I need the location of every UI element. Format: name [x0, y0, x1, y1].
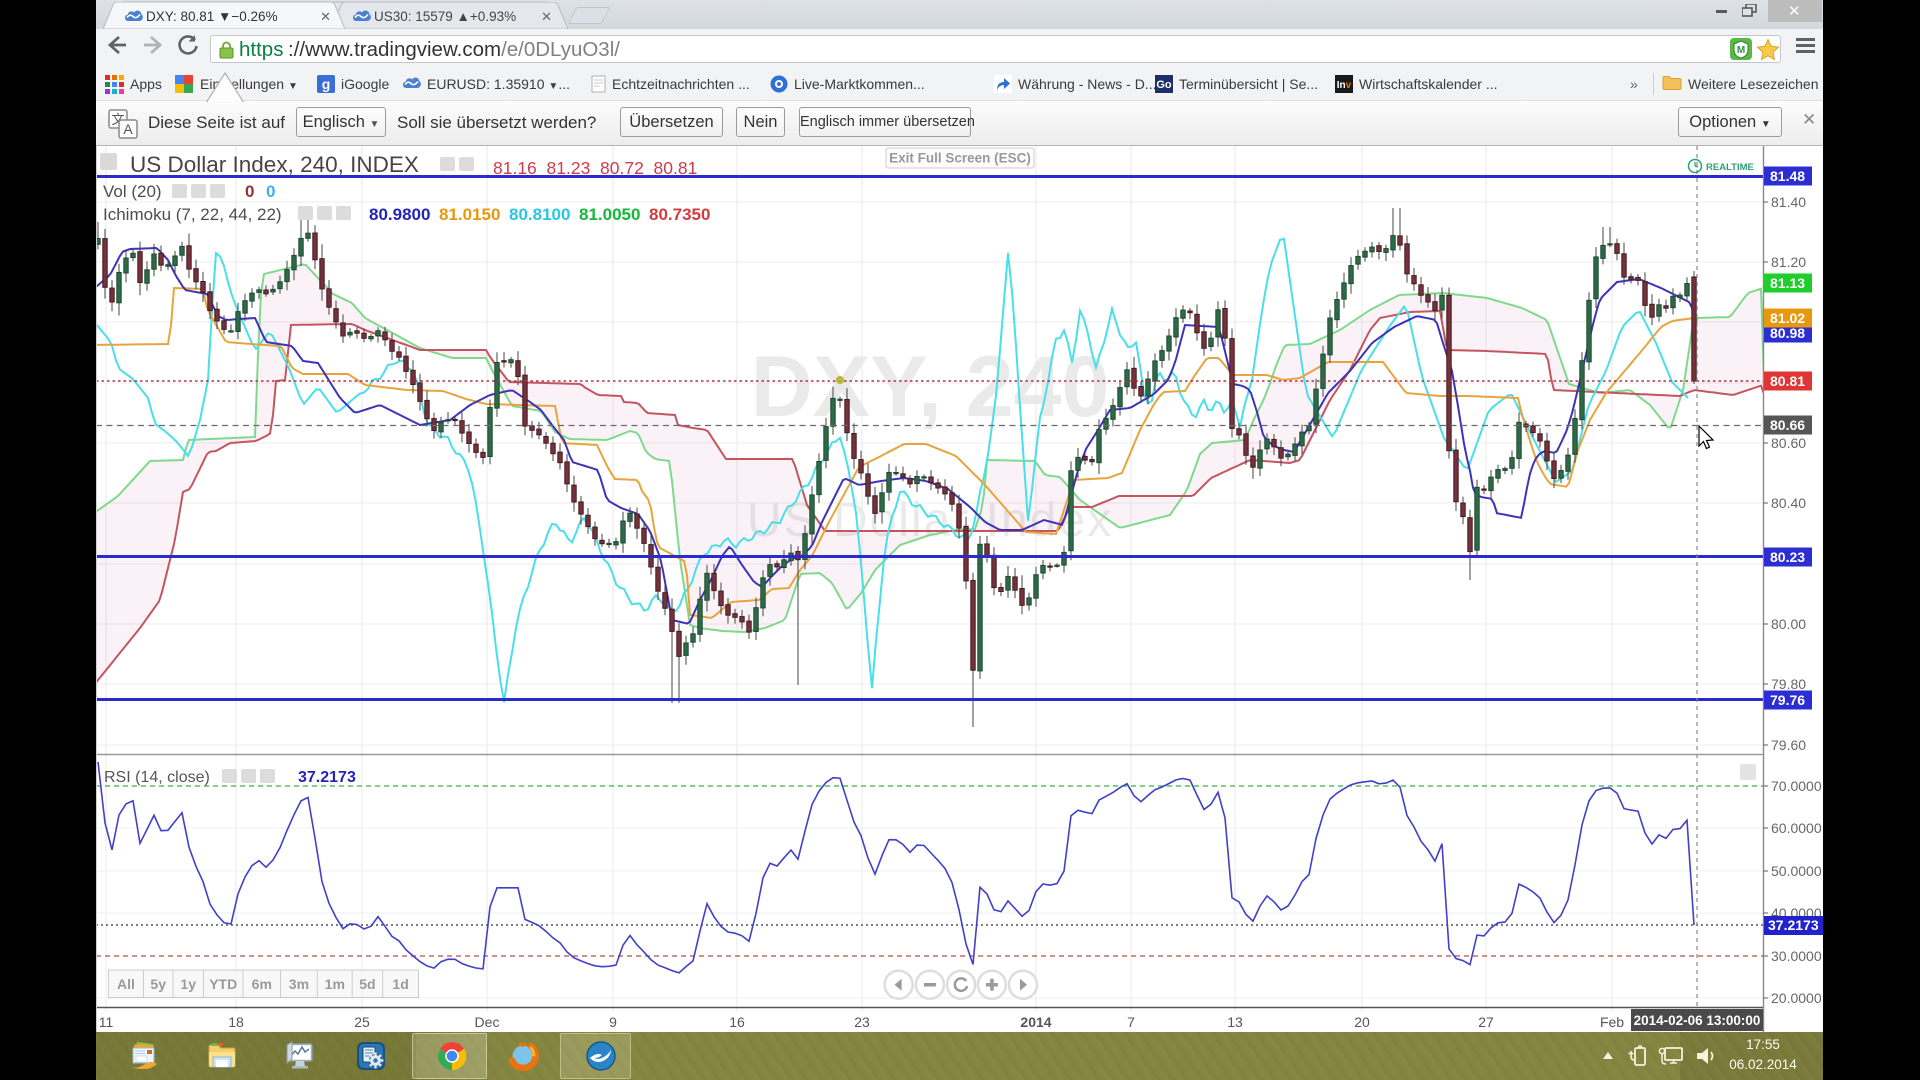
svg-text:18: 18	[228, 1014, 244, 1030]
svg-text:79.60: 79.60	[1771, 737, 1806, 753]
svg-text:11: 11	[99, 1014, 114, 1030]
svg-text:RSI (14, close): RSI (14, close)	[104, 769, 210, 786]
svg-text:80.8100: 80.8100	[509, 205, 570, 224]
svg-text:5y: 5y	[150, 976, 166, 992]
svg-text:27: 27	[1478, 1014, 1494, 1030]
svg-text:DXY, 240: DXY, 240	[751, 339, 1110, 435]
svg-text:81.48: 81.48	[1770, 168, 1805, 184]
svg-text:79.80: 79.80	[1771, 676, 1806, 692]
svg-text:0: 0	[266, 182, 275, 201]
svg-text:80.81: 80.81	[1770, 373, 1805, 389]
svg-text:81.13: 81.13	[1770, 275, 1805, 291]
svg-text:81.0150: 81.0150	[439, 205, 500, 224]
svg-text:30.0000: 30.0000	[1771, 948, 1822, 964]
svg-text:REALTIME: REALTIME	[1706, 162, 1754, 173]
svg-text:80.7350: 80.7350	[649, 205, 710, 224]
svg-text:20.0000: 20.0000	[1771, 990, 1822, 1006]
svg-text:23: 23	[854, 1014, 870, 1030]
svg-text:81.16 81.23 80.72 80.81: 81.16 81.23 80.72 80.81	[493, 158, 697, 178]
svg-text:3m: 3m	[289, 976, 309, 992]
svg-text:70.0000: 70.0000	[1771, 778, 1822, 794]
svg-text:6m: 6m	[252, 976, 272, 992]
svg-text:9: 9	[609, 1014, 617, 1030]
svg-text:37.2173: 37.2173	[298, 769, 356, 786]
svg-text:80.66: 80.66	[1770, 417, 1805, 433]
svg-text:0: 0	[245, 182, 254, 201]
svg-text:16: 16	[729, 1014, 745, 1030]
svg-text:79.76: 79.76	[1770, 692, 1805, 708]
svg-text:7: 7	[1127, 1014, 1135, 1030]
svg-text:13: 13	[1227, 1014, 1243, 1030]
svg-text:Ichimoku (7, 22, 44, 22): Ichimoku (7, 22, 44, 22)	[103, 205, 282, 224]
svg-text:Inv: Inv	[1337, 80, 1352, 91]
svg-text:Dec: Dec	[475, 1014, 500, 1030]
svg-text:YTD: YTD	[209, 976, 237, 992]
svg-text:81.20: 81.20	[1771, 254, 1806, 270]
svg-text:25: 25	[354, 1014, 370, 1030]
svg-text:2014-02-06 13:00:00: 2014-02-06 13:00:00	[1634, 1013, 1761, 1028]
svg-text:1y: 1y	[180, 976, 196, 992]
svg-text:81.40: 81.40	[1771, 194, 1806, 210]
svg-text:g: g	[322, 76, 331, 92]
svg-text:1m: 1m	[325, 976, 345, 992]
svg-text:Vol (20): Vol (20)	[103, 182, 162, 201]
svg-text:US Dollar Index, 240, INDEX: US Dollar Index, 240, INDEX	[130, 152, 419, 177]
svg-text:81.0050: 81.0050	[579, 205, 640, 224]
svg-text:80.60: 80.60	[1771, 435, 1806, 451]
svg-text:80.9800: 80.9800	[369, 205, 430, 224]
svg-text:M: M	[1737, 45, 1745, 56]
svg-text:A: A	[123, 121, 133, 137]
svg-text:5d: 5d	[359, 976, 375, 992]
svg-text:80.23: 80.23	[1770, 549, 1805, 565]
svg-text:Feb: Feb	[1600, 1014, 1624, 1030]
svg-text:Exit Full Screen (ESC): Exit Full Screen (ESC)	[889, 151, 1031, 166]
svg-text:81.02: 81.02	[1770, 310, 1805, 326]
svg-text:37.2173: 37.2173	[1768, 917, 1819, 933]
svg-text:60.0000: 60.0000	[1771, 820, 1822, 836]
svg-text:80.00: 80.00	[1771, 616, 1806, 632]
svg-text:All: All	[117, 976, 135, 992]
svg-text:Go: Go	[1156, 79, 1172, 91]
svg-text:50.0000: 50.0000	[1771, 863, 1822, 879]
svg-text:80.40: 80.40	[1771, 495, 1806, 511]
svg-text:20: 20	[1354, 1014, 1370, 1030]
svg-text:1d: 1d	[392, 976, 408, 992]
svg-text:2014: 2014	[1020, 1014, 1051, 1030]
